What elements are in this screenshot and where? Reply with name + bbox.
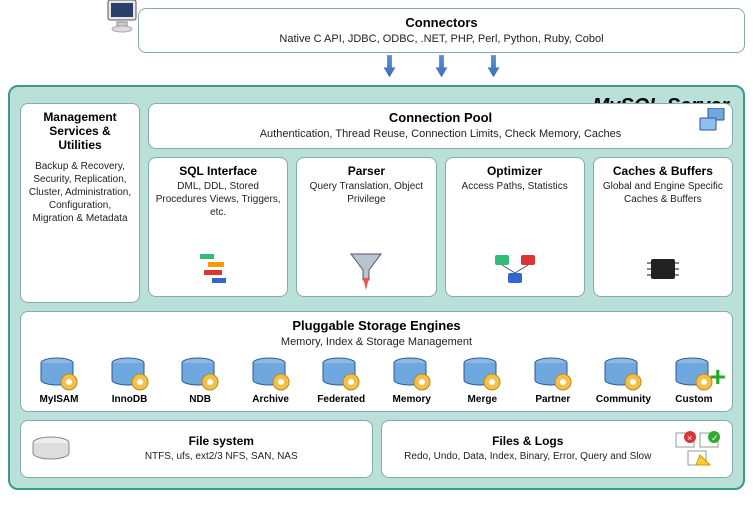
arrow-icon [384, 55, 396, 77]
storage-engines-box: Pluggable Storage Engines Memory, Index … [20, 311, 733, 411]
plus-icon: + [710, 361, 726, 393]
fs-sub: NTFS, ufs, ext2/3 NFS, SAN, NAS [81, 450, 362, 463]
engine-partner: Partner [525, 356, 581, 405]
sql-interface-box: SQL Interface DML, DDL, Stored Procedure… [148, 157, 288, 297]
engine-label: Custom [675, 394, 712, 405]
engine-label: Partner [535, 394, 570, 405]
optimizer-box: Optimizer Access Paths, Statistics [445, 157, 585, 297]
arrow-icon [488, 55, 500, 77]
connection-pool-box: Connection Pool Authentication, Thread R… [148, 103, 733, 148]
engine-myisam: MyISAM [31, 356, 87, 405]
engine-community: Community [595, 356, 651, 405]
connectors-box: Connectors Native C API, JDBC, ODBC, .NE… [138, 8, 745, 53]
engines-title: Pluggable Storage Engines [27, 318, 726, 333]
log-files-icon: ×✓ [674, 429, 722, 469]
servers-icon [698, 108, 726, 134]
mgmt-title: Management Services & Utilities [27, 110, 133, 152]
engine-label: NDB [189, 394, 211, 405]
engine-label: Memory [393, 394, 431, 405]
arrow-icon [436, 55, 448, 77]
fs-title: File system [81, 434, 362, 448]
engine-label: Archive [252, 394, 289, 405]
engine-ndb: NDB [172, 356, 228, 405]
engine-label: Federated [317, 394, 365, 405]
logs-title: Files & Logs [392, 434, 665, 448]
connectors-title: Connectors [145, 15, 738, 30]
svg-text:✓: ✓ [711, 433, 719, 443]
engine-label: MyISAM [40, 394, 79, 405]
cpool-title: Connection Pool [155, 110, 726, 125]
engine-merge: Merge [454, 356, 510, 405]
engine-label: Community [596, 394, 651, 405]
arrows-down [138, 55, 745, 77]
sql-sub: DML, DDL, Stored Procedures Views, Trigg… [155, 180, 281, 219]
optimizer-sub: Access Paths, Statistics [462, 180, 568, 193]
mysql-server-container: MySQL Server Management Services & Utili… [8, 85, 745, 489]
disk-icon [31, 435, 71, 463]
flowchart-icon [493, 250, 537, 290]
cpool-sub: Authentication, Thread Reuse, Connection… [155, 127, 726, 141]
logs-sub: Redo, Undo, Data, Index, Binary, Error, … [392, 450, 665, 463]
parser-title: Parser [348, 164, 385, 178]
engines-sub: Memory, Index & Storage Management [27, 335, 726, 349]
parser-sub: Query Translation, Object Privilege [303, 180, 429, 206]
engine-federated: Federated [313, 356, 369, 405]
gantt-icon [198, 250, 238, 290]
filesystem-box: File system NTFS, ufs, ext2/3 NFS, SAN, … [20, 420, 373, 478]
caches-sub: Global and Engine Specific Caches & Buff… [600, 180, 726, 206]
engine-archive: Archive [243, 356, 299, 405]
engine-label: Merge [468, 394, 497, 405]
engine-memory: Memory [384, 356, 440, 405]
engine-label: InnoDB [112, 394, 148, 405]
svg-text:×: × [687, 433, 692, 443]
chip-icon [643, 250, 683, 290]
mgmt-sub: Backup & Recovery, Security, Replication… [27, 160, 133, 225]
client-monitor-icon [104, 0, 140, 34]
sql-title: SQL Interface [179, 164, 257, 178]
parser-box: Parser Query Translation, Object Privile… [296, 157, 436, 297]
engine-innodb: InnoDB [102, 356, 158, 405]
caches-title: Caches & Buffers [613, 164, 713, 178]
management-box: Management Services & Utilities Backup &… [20, 103, 140, 303]
optimizer-title: Optimizer [487, 164, 542, 178]
funnel-icon [347, 250, 385, 290]
files-logs-box: Files & Logs Redo, Undo, Data, Index, Bi… [381, 420, 734, 478]
caches-box: Caches & Buffers Global and Engine Speci… [593, 157, 733, 297]
connectors-sub: Native C API, JDBC, ODBC, .NET, PHP, Per… [145, 32, 738, 46]
